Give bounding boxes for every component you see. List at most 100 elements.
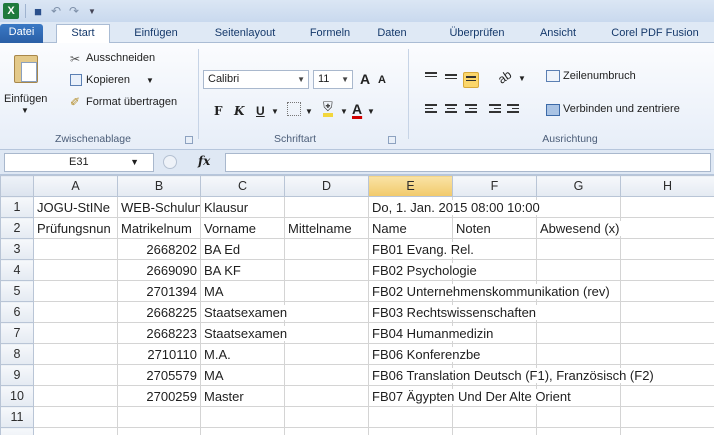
- orientation-dropdown-icon[interactable]: ▼: [518, 74, 526, 83]
- copy-dropdown-icon[interactable]: ▼: [146, 76, 154, 85]
- tab-view[interactable]: Ansicht: [530, 25, 586, 43]
- cell-h[interactable]: [620, 406, 714, 428]
- cell-g[interactable]: [536, 301, 621, 323]
- cut-button[interactable]: Ausschneiden: [86, 52, 155, 64]
- cell-a[interactable]: [33, 385, 118, 407]
- row-header[interactable]: 3: [0, 238, 34, 260]
- cell-d[interactable]: [284, 301, 369, 323]
- cell-d[interactable]: [284, 238, 369, 260]
- cell-b[interactable]: 2710110: [117, 343, 201, 365]
- save-icon[interactable]: ■: [30, 3, 46, 19]
- cell-a[interactable]: [33, 364, 118, 386]
- cell-e[interactable]: FB07 Ägypten Und Der Alte Orient: [368, 385, 573, 407]
- underline-dropdown-icon[interactable]: ▼: [271, 107, 279, 116]
- cell-d[interactable]: [284, 364, 369, 386]
- cell-c[interactable]: BA KF: [200, 259, 285, 281]
- align-bottom-icon[interactable]: [463, 72, 479, 88]
- column-header-e[interactable]: E: [368, 175, 453, 197]
- cell-b[interactable]: 2668225: [117, 301, 201, 323]
- cell-h[interactable]: [620, 322, 714, 344]
- fill-color-icon[interactable]: ⛨: [323, 100, 333, 117]
- cell-h[interactable]: [620, 217, 714, 239]
- cell-a[interactable]: [33, 301, 118, 323]
- cell-e[interactable]: FB06 Translation Deutsch (F1), Französis…: [368, 364, 656, 386]
- name-box[interactable]: E31 ▼: [4, 153, 154, 172]
- cell-d[interactable]: [284, 385, 369, 407]
- cell-b[interactable]: 2701394: [117, 280, 201, 302]
- align-middle-icon[interactable]: [445, 74, 457, 84]
- align-top-icon[interactable]: [425, 72, 437, 82]
- row-header[interactable]: [0, 427, 34, 435]
- cell-e[interactable]: FB02 Psychologie: [368, 259, 479, 281]
- cell-b[interactable]: [117, 406, 201, 428]
- column-header-d[interactable]: D: [284, 175, 369, 197]
- font-launcher-icon[interactable]: [388, 136, 396, 144]
- cell-g[interactable]: [536, 406, 621, 428]
- row-header[interactable]: 1: [0, 196, 34, 218]
- fill-dropdown-icon[interactable]: ▼: [340, 107, 348, 116]
- cell-e[interactable]: FB02 Unternehmenskommunikation (rev): [368, 280, 612, 302]
- wrap-text-button[interactable]: Zeilenumbruch: [563, 70, 636, 82]
- cell-a[interactable]: JOGU-StINe: [33, 196, 118, 218]
- merge-center-button[interactable]: Verbinden und zentriere: [563, 103, 680, 115]
- cell-a[interactable]: Prüfungsnun: [33, 217, 118, 239]
- cell-c[interactable]: [200, 427, 285, 435]
- row-header[interactable]: 6: [0, 301, 34, 323]
- formula-bar-resize-icon[interactable]: [163, 155, 177, 169]
- paste-button[interactable]: Einfügen: [4, 93, 47, 105]
- cell-c[interactable]: MA: [200, 364, 285, 386]
- font-color-button[interactable]: A: [352, 101, 362, 117]
- clipboard-launcher-icon[interactable]: [185, 136, 193, 144]
- row-header[interactable]: 9: [0, 364, 34, 386]
- cell-e[interactable]: FB01 Evang. Rel.: [368, 238, 476, 260]
- cell-h[interactable]: [620, 343, 714, 365]
- cell-b[interactable]: 2668202: [117, 238, 201, 260]
- bold-button[interactable]: F: [214, 104, 223, 118]
- column-header-f[interactable]: F: [452, 175, 537, 197]
- font-size-select[interactable]: 11 ▼: [313, 70, 353, 89]
- cell-c[interactable]: BA Ed: [200, 238, 285, 260]
- cell-e[interactable]: FB06 Konferenzbe: [368, 343, 483, 365]
- cell-b[interactable]: Matrikelnum: [117, 217, 201, 239]
- paste-dropdown-icon[interactable]: ▼: [21, 106, 29, 115]
- redo-icon[interactable]: ↷: [66, 3, 82, 19]
- cell-d[interactable]: [284, 322, 369, 344]
- cell-h[interactable]: [620, 280, 714, 302]
- cell-e[interactable]: [368, 427, 453, 435]
- cell-c[interactable]: Staatsexamen: [200, 301, 290, 323]
- increase-indent-icon[interactable]: [507, 104, 519, 114]
- cell-c[interactable]: M.A.: [200, 343, 285, 365]
- column-header-a[interactable]: A: [33, 175, 118, 197]
- borders-icon[interactable]: [287, 102, 301, 116]
- tab-start[interactable]: Start: [56, 24, 110, 44]
- cell-h[interactable]: [620, 301, 714, 323]
- tab-file[interactable]: Datei: [0, 24, 43, 43]
- cell-g[interactable]: [536, 343, 621, 365]
- cell-e[interactable]: Do, 1. Jan. 2015 08:00 10:00: [368, 196, 542, 218]
- tab-page-layout[interactable]: Seitenlayout: [201, 25, 289, 43]
- select-all-corner[interactable]: [0, 175, 34, 197]
- cell-c[interactable]: Klausur: [200, 196, 285, 218]
- cell-h[interactable]: [620, 238, 714, 260]
- column-header-c[interactable]: C: [200, 175, 285, 197]
- borders-dropdown-icon[interactable]: ▼: [305, 107, 313, 116]
- cell-c[interactable]: [200, 406, 285, 428]
- insert-function-icon[interactable]: fx: [198, 154, 210, 168]
- cell-g[interactable]: [536, 259, 621, 281]
- cell-b[interactable]: WEB-Schulun: [117, 196, 201, 218]
- cell-d[interactable]: Mittelname: [284, 217, 369, 239]
- cell-c[interactable]: Vorname: [200, 217, 285, 239]
- cell-c[interactable]: Staatsexamen: [200, 322, 290, 344]
- formula-input[interactable]: [225, 153, 711, 172]
- cell-e[interactable]: FB04 Humanmedizin: [368, 322, 496, 344]
- cell-f[interactable]: Noten: [452, 217, 537, 239]
- cell-a[interactable]: [33, 406, 118, 428]
- cell-a[interactable]: [33, 427, 118, 435]
- row-header[interactable]: 7: [0, 322, 34, 344]
- cell-b[interactable]: 2700259: [117, 385, 201, 407]
- cell-d[interactable]: [284, 406, 369, 428]
- cell-b[interactable]: [117, 427, 201, 435]
- undo-icon[interactable]: ↶: [48, 3, 64, 19]
- row-header[interactable]: 5: [0, 280, 34, 302]
- cell-c[interactable]: MA: [200, 280, 285, 302]
